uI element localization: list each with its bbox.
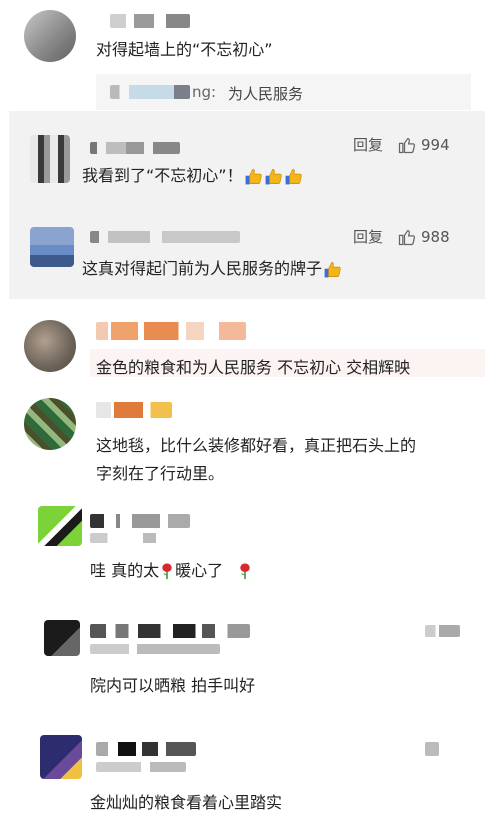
like-count: 988 [421,227,450,246]
comment-text: 金灿灿的粮食看着心里踏实 [90,793,283,812]
comment-text-content: 我看到了“不忘初心”！ [82,166,243,185]
comment-text: 我看到了“不忘初心”！ [82,162,303,186]
avatar[interactable] [24,10,76,62]
comment-text: 这真对得起门前为人民服务的牌子 [82,255,342,279]
comment-text: 金色的粮食和为人民服务 不忘初心 交相辉映 [96,358,411,377]
comment-text-line1: 这地毯，比什么装修都好看，真正把石头上的 [96,436,417,455]
username[interactable] [96,322,246,340]
avatar[interactable] [38,506,82,546]
avatar[interactable] [44,620,80,656]
reply-button[interactable]: 回复 [353,226,383,247]
comment-text: 院内可以晒粮 拍手叫好 [90,676,256,695]
comment-meta [90,644,220,654]
thumbs-up-emoji-icon [243,166,303,185]
reply-author [110,85,190,99]
rose-emoji-icon [240,563,250,580]
username[interactable] [96,402,172,418]
thumbs-up-emoji-icon [265,169,282,185]
rose-emoji-icon [162,563,172,580]
comment-text-a: 哇 真的太 [90,561,160,580]
username[interactable] [90,142,180,154]
username[interactable] [110,14,190,28]
avatar[interactable] [30,135,70,183]
thumbs-up-emoji-icon [245,169,262,185]
avatar[interactable] [40,735,82,779]
reply-text: 为人民服务 [228,85,304,103]
username[interactable] [90,231,240,243]
reply-button[interactable]: 回复 [353,134,383,155]
thumbs-up-emoji-icon [324,262,341,278]
thumbs-up-emoji-icon [322,259,342,278]
comment-text: 哇 真的太 暖心了 [90,557,253,581]
more-options[interactable] [425,742,439,756]
thumb-up-outline-icon[interactable] [397,227,417,247]
reply-author-suffix: ng: [192,83,217,101]
username[interactable] [96,742,196,756]
avatar[interactable] [24,320,76,372]
username[interactable] [90,514,190,528]
thumb-up-outline-icon[interactable] [397,135,417,155]
avatar[interactable] [30,227,74,267]
comment-text-content: 这真对得起门前为人民服务的牌子 [82,259,323,278]
avatar[interactable] [24,398,76,450]
thumbs-up-emoji-icon [285,169,302,185]
comment-meta [90,533,200,543]
username[interactable] [90,624,250,638]
comment-text-b: 暖心了 [175,561,224,580]
comment-meta [96,762,186,772]
like-count: 994 [421,135,450,154]
comment-text: 对得起墙上的“不忘初心” [96,40,273,59]
more-options[interactable] [425,625,460,637]
comment-text-line2: 字刻在了行动里。 [96,464,225,483]
